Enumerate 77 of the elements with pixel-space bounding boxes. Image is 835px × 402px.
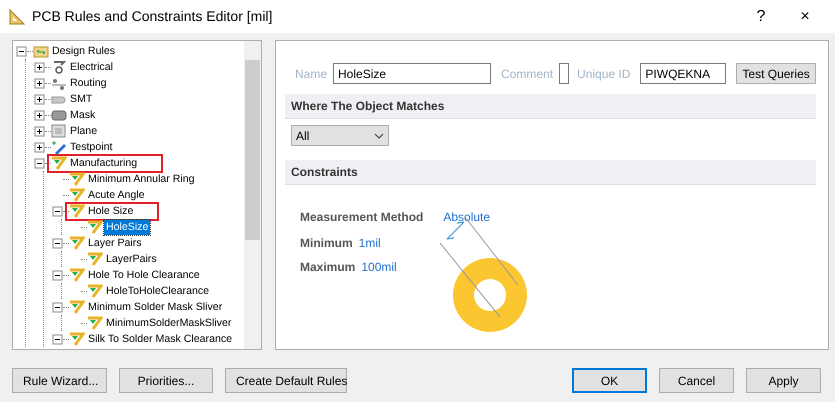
tree-item[interactable]: Layer Pairs (86, 236, 144, 250)
section-heading: Constraints (285, 160, 816, 185)
collapse-icon[interactable] (52, 206, 63, 216)
unique-id-label: Unique ID (577, 66, 630, 82)
expand-icon[interactable] (34, 62, 45, 72)
tree-item[interactable]: Hole To Hole Clearance (86, 268, 202, 282)
rule-icon (51, 156, 67, 170)
tree-item[interactable]: Routing (68, 76, 109, 90)
rule-icon (69, 268, 85, 282)
rule-icon (87, 284, 103, 298)
tree-item[interactable]: MinimumSolderMaskSliver (104, 316, 234, 330)
field-value[interactable]: 1mil (358, 234, 381, 252)
field-label: Minimum (300, 235, 353, 252)
dialog-button[interactable]: Create Default Rules (225, 368, 347, 393)
rule-icon (87, 316, 103, 330)
tree-item[interactable]: Plane (68, 124, 100, 138)
dialog-button[interactable]: Rule Wizard... (12, 368, 107, 393)
routing-icon (51, 76, 67, 90)
help-button[interactable]: ? (739, 4, 783, 28)
rule-icon (87, 220, 103, 234)
tree-item[interactable]: LayerPairs (104, 252, 159, 266)
collapse-icon[interactable] (52, 270, 63, 280)
rule-icon (69, 188, 85, 202)
rule-icon (87, 252, 103, 266)
comment-label: Comment (501, 66, 554, 82)
dialog-button[interactable]: Priorities... (119, 368, 213, 393)
tree-item[interactable]: HoleSize (104, 220, 150, 234)
test-queries-button[interactable]: Test Queries (736, 63, 816, 84)
collapse-icon[interactable] (52, 334, 63, 344)
tree-item[interactable]: Design Rules (50, 44, 118, 58)
field-label: Measurement Method (300, 209, 424, 226)
name-field[interactable]: HoleSize (333, 63, 492, 84)
dialog-button[interactable]: Apply (746, 368, 821, 393)
dialog-button[interactable]: OK (572, 368, 647, 393)
tree-item[interactable]: SMT (68, 92, 94, 106)
tree-item[interactable]: Minimum Annular Ring (86, 172, 197, 186)
expand-icon[interactable] (34, 110, 45, 120)
rule-icon (69, 236, 85, 250)
electrical-icon (51, 60, 67, 74)
pen-icon (51, 140, 67, 154)
field-label: Maximum (300, 259, 356, 276)
field-value[interactable]: Absolute (443, 208, 490, 226)
rule-icon (69, 332, 85, 346)
close-button[interactable]: × (783, 4, 827, 28)
tree-item[interactable]: Silk To Solder Mask Clearance (86, 332, 234, 346)
rule-icon (69, 172, 85, 186)
tree-item[interactable]: Hole Size (86, 204, 136, 218)
expand-icon[interactable] (34, 142, 45, 152)
collapse-icon[interactable] (52, 302, 63, 312)
name-label: Name (295, 66, 328, 82)
rule-icon (69, 300, 85, 314)
scrollbar[interactable] (244, 41, 261, 349)
tree-item[interactable]: HoleToHoleClearance (104, 284, 212, 298)
tree-item[interactable]: Minimum Solder Mask Sliver (86, 300, 224, 314)
window-title: PCB Rules and Constraints Editor [mil] (32, 7, 274, 26)
scope-dropdown[interactable]: All (291, 125, 389, 146)
app-icon (8, 8, 26, 26)
tree-item[interactable]: Manufacturing (68, 156, 140, 170)
expand-icon[interactable] (34, 94, 45, 104)
field-value[interactable]: 100mil (361, 258, 397, 276)
chevron-down-icon (374, 132, 384, 138)
comment-field[interactable] (559, 63, 570, 84)
expand-icon[interactable] (34, 126, 45, 136)
collapse-icon[interactable] (34, 158, 45, 168)
section-heading: Where The Object Matches (285, 94, 816, 119)
expand-icon[interactable] (34, 78, 45, 88)
rule-icon (69, 204, 85, 218)
collapse-icon[interactable] (52, 238, 63, 248)
tree-item[interactable]: Mask (68, 108, 98, 122)
dialog-button[interactable]: Cancel (659, 368, 734, 393)
tree-item[interactable]: Acute Angle (86, 188, 147, 202)
unique-id-field[interactable]: PIWQEKNA (640, 63, 726, 84)
tree-item[interactable]: Testpoint (68, 140, 114, 154)
tree-item[interactable]: Electrical (68, 60, 115, 74)
collapse-icon[interactable] (16, 46, 27, 56)
mask-icon (51, 108, 67, 122)
folder-icon (33, 44, 49, 58)
